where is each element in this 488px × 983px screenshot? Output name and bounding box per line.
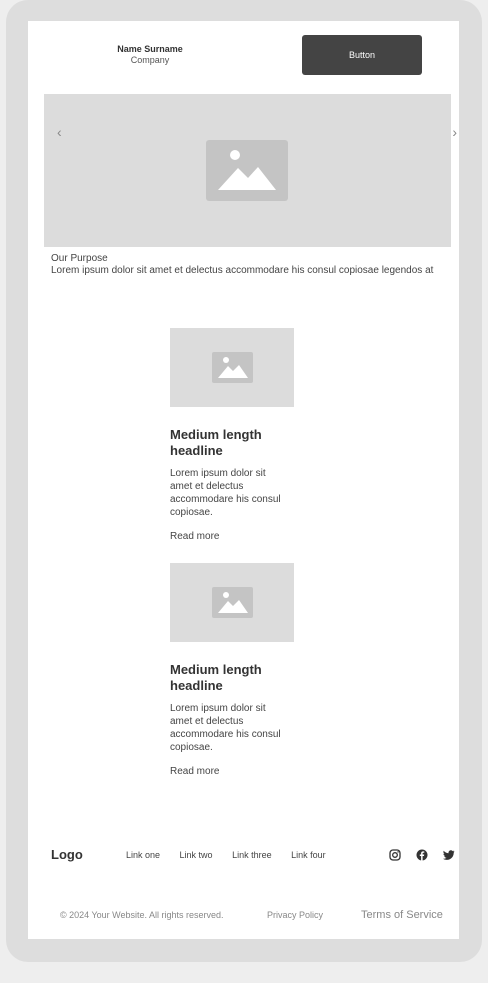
image-placeholder-icon xyxy=(212,352,253,383)
twitter-icon[interactable] xyxy=(443,849,455,861)
card-body: Lorem ipsum dolor sit amet et delectus a… xyxy=(170,703,281,753)
chevron-right-icon[interactable]: › xyxy=(452,124,457,140)
read-more-link[interactable]: Read more xyxy=(170,531,294,542)
profile-name: Name Surname xyxy=(117,44,183,54)
footer-link-four[interactable]: Link four xyxy=(291,850,326,860)
card-headline: Medium length headline xyxy=(170,427,262,458)
footer-link-two[interactable]: Link two xyxy=(180,850,213,860)
copyright-text: © 2024 Your Website. All rights reserved… xyxy=(60,910,224,920)
footer-link-one[interactable]: Link one xyxy=(126,850,160,860)
chevron-left-icon[interactable]: ‹ xyxy=(57,124,62,140)
card: Medium length headline Lorem ipsum dolor… xyxy=(170,328,294,542)
footer-logo[interactable]: Logo xyxy=(51,847,83,862)
terms-of-service-link[interactable]: Terms of Service xyxy=(361,909,443,921)
instagram-icon[interactable] xyxy=(389,849,401,861)
card: Medium length headline Lorem ipsum dolor… xyxy=(170,563,294,777)
purpose-section: Our Purpose Lorem ipsum dolor sit amet e… xyxy=(51,253,451,277)
header-button[interactable]: Button xyxy=(302,35,422,75)
privacy-policy-link[interactable]: Privacy Policy xyxy=(267,910,323,920)
card-body: Lorem ipsum dolor sit amet et delectus a… xyxy=(170,468,281,518)
purpose-title: Our Purpose xyxy=(51,253,108,264)
card-image xyxy=(170,328,294,407)
profile-company: Company xyxy=(130,55,170,65)
footer-nav: Link one Link two Link three Link four xyxy=(126,850,343,860)
read-more-link[interactable]: Read more xyxy=(170,766,294,777)
screen: Name Surname Company Button ‹ › Our Purp… xyxy=(28,21,459,939)
card-image xyxy=(170,563,294,642)
purpose-text: Lorem ipsum dolor sit amet et delectus a… xyxy=(51,265,434,276)
facebook-icon[interactable] xyxy=(416,849,428,861)
hero-carousel: ‹ › xyxy=(44,94,457,247)
footer-link-three[interactable]: Link three xyxy=(232,850,272,860)
image-placeholder-icon xyxy=(206,140,288,201)
image-placeholder-icon xyxy=(212,587,253,618)
card-headline: Medium length headline xyxy=(170,662,262,693)
profile-block: Name Surname Company xyxy=(110,44,190,66)
